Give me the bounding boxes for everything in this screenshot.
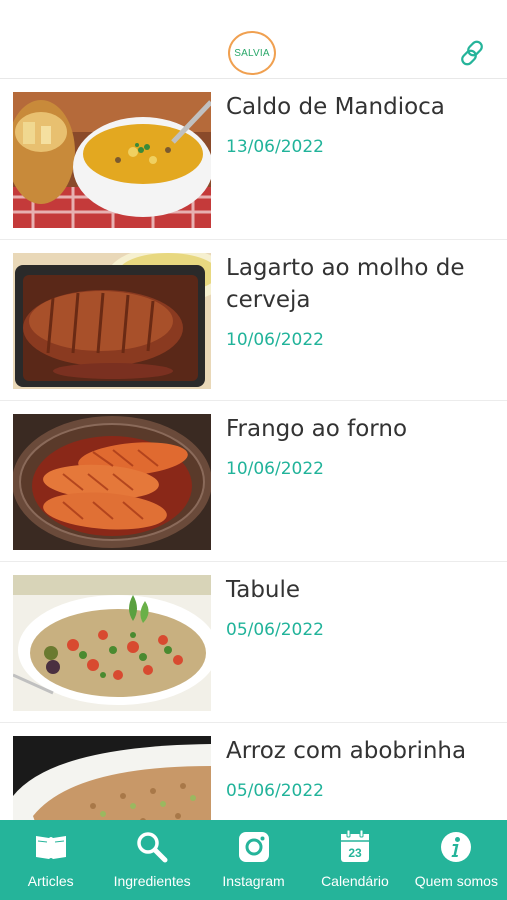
- salvia-logo[interactable]: SALVIA: [228, 31, 276, 75]
- article-date: 13/06/2022: [226, 137, 324, 157]
- article-item[interactable]: Lagarto ao molho de cerveja 10/06/2022: [0, 240, 507, 401]
- tabbouleh-salad-photo[interactable]: [13, 575, 211, 711]
- article-title[interactable]: Caldo de Mandioca: [226, 91, 496, 123]
- tab-label: Ingredientes: [113, 873, 191, 889]
- app-header: SALVIA: [0, 0, 507, 79]
- soup-bowl-photo[interactable]: [13, 92, 211, 228]
- article-date: 05/06/2022: [226, 620, 324, 640]
- tab-label: Calendário: [321, 873, 389, 889]
- article-list[interactable]: Caldo de Mandioca 13/06/2022 Lagarto ao …: [0, 79, 507, 820]
- article-date: 10/06/2022: [226, 459, 324, 479]
- tab-instagram[interactable]: Instagram: [203, 820, 304, 900]
- article-title[interactable]: Lagarto ao molho de cerveja: [226, 252, 496, 316]
- rice-zucchini-photo[interactable]: [13, 736, 211, 820]
- tab-calendario[interactable]: 23 Calendário: [304, 820, 405, 900]
- calendar-day: 23: [348, 846, 362, 860]
- instagram-icon: [238, 832, 269, 862]
- tab-label: Articles: [27, 873, 74, 889]
- link-icon: [461, 40, 483, 66]
- info-icon: [441, 832, 472, 862]
- article-title[interactable]: Tabule: [226, 574, 496, 606]
- article-item[interactable]: Frango ao forno 10/06/2022: [0, 401, 507, 562]
- article-item[interactable]: Arroz com abobrinha 05/06/2022: [0, 723, 507, 820]
- tab-articles[interactable]: Articles: [0, 820, 101, 900]
- article-title[interactable]: Frango ao forno: [226, 413, 496, 445]
- calendar-icon: 23: [340, 830, 369, 862]
- baked-chicken-photo[interactable]: [13, 414, 211, 550]
- tab-label: Instagram: [222, 873, 285, 889]
- article-item[interactable]: Tabule 05/06/2022: [0, 562, 507, 723]
- tab-ingredientes[interactable]: Ingredientes: [101, 820, 202, 900]
- article-title[interactable]: Arroz com abobrinha: [226, 735, 496, 767]
- search-icon: [137, 832, 168, 863]
- roast-beef-photo[interactable]: [13, 253, 211, 389]
- logo-text: SALVIA: [234, 47, 270, 59]
- article-date: 10/06/2022: [226, 330, 324, 350]
- article-item[interactable]: Caldo de Mandioca 13/06/2022: [0, 79, 507, 240]
- book-icon: [35, 836, 66, 859]
- bottom-tab-bar: Articles Ingredientes Instagram 23 Calen…: [0, 820, 507, 900]
- tab-quem-somos[interactable]: Quem somos: [406, 820, 507, 900]
- link-button[interactable]: [456, 37, 488, 69]
- article-date: 05/06/2022: [226, 781, 324, 801]
- tab-label: Quem somos: [414, 873, 498, 889]
